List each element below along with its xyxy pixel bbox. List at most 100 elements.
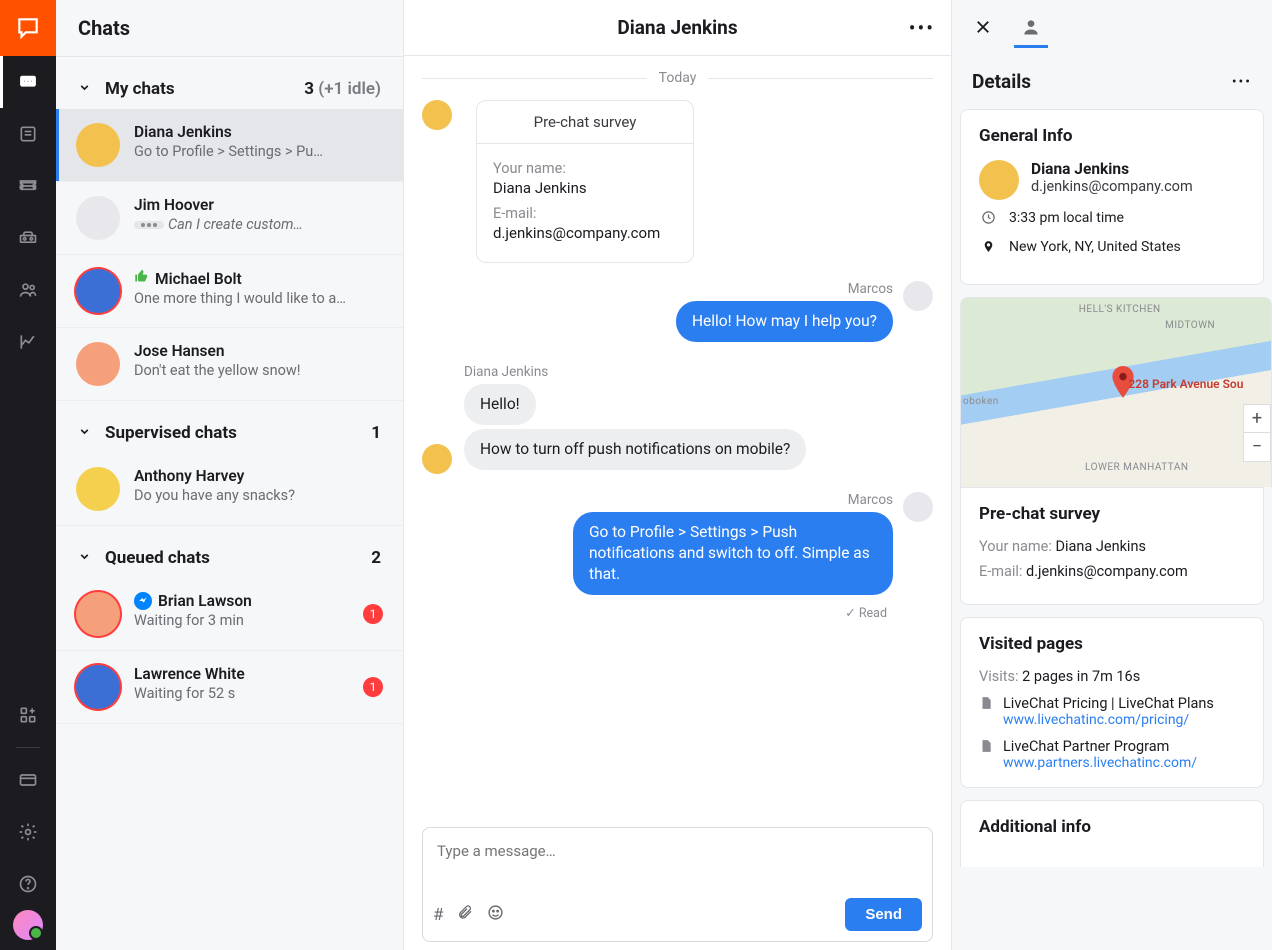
zoom-out-button[interactable]: − [1244, 433, 1270, 461]
nav-settings[interactable] [0, 806, 56, 858]
customer-message: Hello! [464, 384, 536, 425]
nav-team[interactable] [0, 264, 56, 316]
chat-avatar [76, 123, 120, 167]
chat-item[interactable]: Brian Lawson Waiting for 3 min 1 [56, 578, 403, 651]
nav-chats[interactable] [0, 56, 56, 108]
customer-avatar [422, 100, 452, 130]
details-title: Details [972, 70, 1232, 93]
message-input[interactable] [423, 828, 932, 888]
agent-message: Go to Profile > Settings > Push notifica… [573, 512, 893, 595]
nav-traffic[interactable] [0, 212, 56, 264]
chat-avatar [76, 196, 120, 240]
group-count: 2 [371, 548, 381, 568]
message-row: Marcos Hello! How may I help you? [422, 281, 933, 346]
chat-avatar [76, 342, 120, 386]
message-row: Marcos Go to Profile > Settings > Push n… [422, 492, 933, 599]
conversation-panel: Diana Jenkins ••• Today Pre-chat survey … [404, 0, 952, 950]
customer-avatar [422, 444, 452, 474]
group-count: 3 (+1 idle) [304, 79, 381, 99]
nav-apps[interactable] [0, 689, 56, 741]
chat-item[interactable]: Anthony Harvey Do you have any snacks? [56, 453, 403, 526]
chat-avatar [76, 269, 120, 313]
read-receipt: Read [422, 605, 887, 621]
prechat-card: Pre-chat survey Your name: Diana Jenkins… [960, 487, 1264, 605]
message-composer: # Send [422, 827, 933, 942]
group-count: 1 [371, 423, 381, 443]
chat-item-name: Diana Jenkins [134, 123, 232, 141]
nav-archives[interactable] [0, 108, 56, 160]
unread-badge: 1 [363, 677, 383, 697]
clock-icon [979, 210, 997, 229]
emoji-icon[interactable] [487, 904, 504, 926]
details-more-icon[interactable]: ••• [1232, 74, 1252, 90]
unread-badge: 1 [363, 604, 383, 624]
page-icon [979, 695, 993, 728]
chat-item[interactable]: Michael Bolt One more thing I would like … [56, 255, 403, 328]
agent-avatar [903, 281, 933, 311]
chat-item-name: Jim Hoover [134, 196, 214, 214]
nav-reports[interactable] [0, 316, 56, 368]
chat-item-name: Anthony Harvey [134, 467, 244, 485]
nav-tickets[interactable] [0, 160, 56, 212]
additional-info-card: Additional info [960, 800, 1264, 867]
zoom-in-button[interactable]: + [1244, 405, 1270, 433]
chat-item[interactable]: Diana Jenkins Go to Profile > Settings > … [56, 109, 403, 182]
send-button[interactable]: Send [845, 898, 922, 931]
map-zoom: + − [1243, 404, 1271, 462]
chat-item[interactable]: Lawrence White Waiting for 52 s 1 [56, 651, 403, 724]
visited-pages-card: Visited pages Visits: 2 pages in 7m 16s … [960, 617, 1264, 788]
chat-item-preview: Go to Profile > Settings > Pu… [134, 143, 383, 160]
day-separator: Today [422, 70, 933, 86]
conversation-header: Diana Jenkins ••• [404, 0, 951, 56]
chat-item-preview: Can I create custom… [134, 216, 383, 233]
chat-item-preview: Waiting for 3 min [134, 612, 355, 629]
conversation-title: Diana Jenkins [617, 16, 737, 39]
page-link[interactable]: www.livechatinc.com/pricing/ [1003, 712, 1214, 728]
chevron-down-icon [78, 79, 91, 99]
chat-avatar [76, 592, 120, 636]
chat-item-name: Lawrence White [134, 665, 245, 683]
chat-item-preview: Don't eat the yellow snow! [134, 362, 383, 379]
hash-icon[interactable]: # [433, 905, 443, 925]
nav-billing[interactable] [0, 754, 56, 806]
page-icon [979, 738, 993, 771]
prechat-survey-message: Pre-chat survey Your name: Diana Jenkins… [422, 100, 933, 263]
location-map[interactable]: HELL'S KITCHEN MIDTOWN LOWER MANHATTAN o… [960, 297, 1272, 487]
attachment-icon[interactable] [457, 904, 473, 925]
thumbs-up-icon [134, 269, 149, 288]
page-link[interactable]: www.partners.livechatinc.com/ [1003, 755, 1197, 771]
agent-avatar [903, 492, 933, 522]
group-header-queued[interactable]: Queued chats 2 [56, 526, 403, 578]
chevron-down-icon [78, 548, 91, 568]
chat-item-preview: One more thing I would like to a… [134, 290, 383, 307]
chat-item-name: Michael Bolt [155, 270, 242, 288]
chat-item[interactable]: Jim Hoover Can I create custom… [56, 182, 403, 255]
current-user-avatar[interactable] [13, 910, 43, 940]
survey-card: Pre-chat survey Your name: Diana Jenkins… [476, 100, 694, 263]
chat-item-preview: Waiting for 52 s [134, 685, 355, 702]
chat-item-preview: Do you have any snacks? [134, 487, 383, 504]
group-header-supervised[interactable]: Supervised chats 1 [56, 401, 403, 453]
tab-customer[interactable] [1014, 8, 1048, 48]
close-details-button[interactable] [966, 8, 1000, 48]
details-panel: Details ••• General Info Diana Jenkins d… [952, 0, 1272, 950]
chevron-down-icon [78, 423, 91, 443]
conversation-more-icon[interactable]: ••• [909, 16, 935, 40]
chat-item-name: Jose Hansen [134, 342, 225, 360]
group-label: My chats [105, 79, 175, 99]
agent-message: Hello! How may I help you? [676, 301, 893, 342]
app-logo[interactable] [0, 0, 56, 56]
messenger-icon [134, 592, 152, 610]
group-header-my[interactable]: My chats 3 (+1 idle) [56, 57, 403, 109]
general-info-card: General Info Diana Jenkins d.jenkins@com… [960, 109, 1264, 285]
group-label: Queued chats [105, 548, 210, 568]
chat-item-name: Brian Lawson [158, 592, 252, 610]
chat-avatar [76, 467, 120, 511]
group-label: Supervised chats [105, 423, 237, 443]
message-row: Diana Jenkins Hello! How to turn off pus… [422, 364, 933, 474]
nav-help[interactable] [0, 858, 56, 910]
chat-list-title: Chats [56, 0, 403, 57]
nav-rail [0, 0, 56, 950]
typing-indicator [134, 221, 164, 229]
chat-item[interactable]: Jose Hansen Don't eat the yellow snow! [56, 328, 403, 401]
